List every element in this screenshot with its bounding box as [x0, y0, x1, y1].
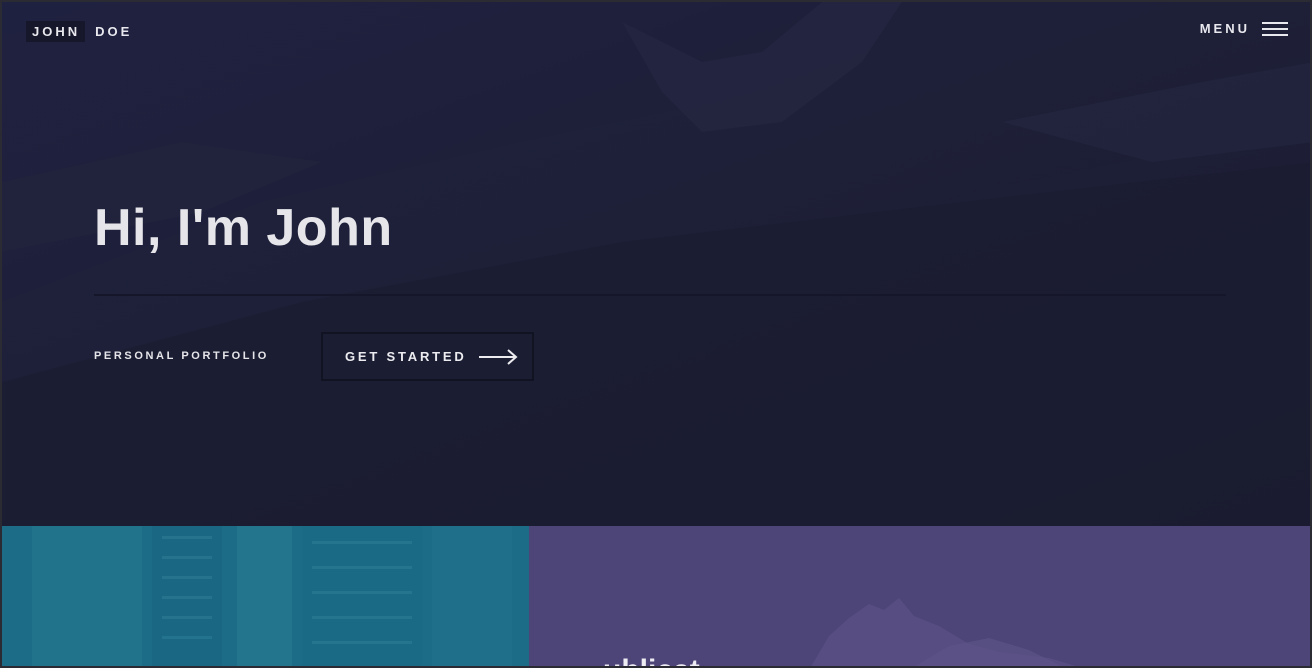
- menu-label: MENU: [1199, 21, 1250, 36]
- publications-title: ublicat: [603, 654, 700, 666]
- arrow-right-icon: [478, 348, 518, 365]
- hero-subtitle: PERSONAL PORTFOLIO: [94, 350, 269, 362]
- hero-section: JOHN DOE MENU Hi, I'm John PERSONAL PORT…: [2, 2, 1310, 526]
- mountain-image: [811, 598, 1076, 666]
- site-logo[interactable]: JOHN DOE: [26, 21, 138, 42]
- hamburger-icon: [1262, 21, 1288, 36]
- logo-last-name: DOE: [95, 24, 133, 39]
- get-started-button[interactable]: GET STARTED: [321, 332, 534, 381]
- panel-publications[interactable]: ublicat: [529, 526, 1310, 666]
- city-buildings-image: [32, 526, 512, 666]
- page: JOHN DOE MENU Hi, I'm John PERSONAL PORT…: [0, 0, 1312, 668]
- menu-button[interactable]: MENU: [1200, 21, 1288, 36]
- hero-divider: [94, 294, 1226, 296]
- hero-title: Hi, I'm John: [94, 199, 393, 257]
- get-started-label: GET STARTED: [345, 349, 467, 364]
- panel-city[interactable]: [2, 526, 529, 666]
- hero-background-image: [2, 2, 1310, 526]
- logo-first-name: JOHN: [26, 21, 86, 42]
